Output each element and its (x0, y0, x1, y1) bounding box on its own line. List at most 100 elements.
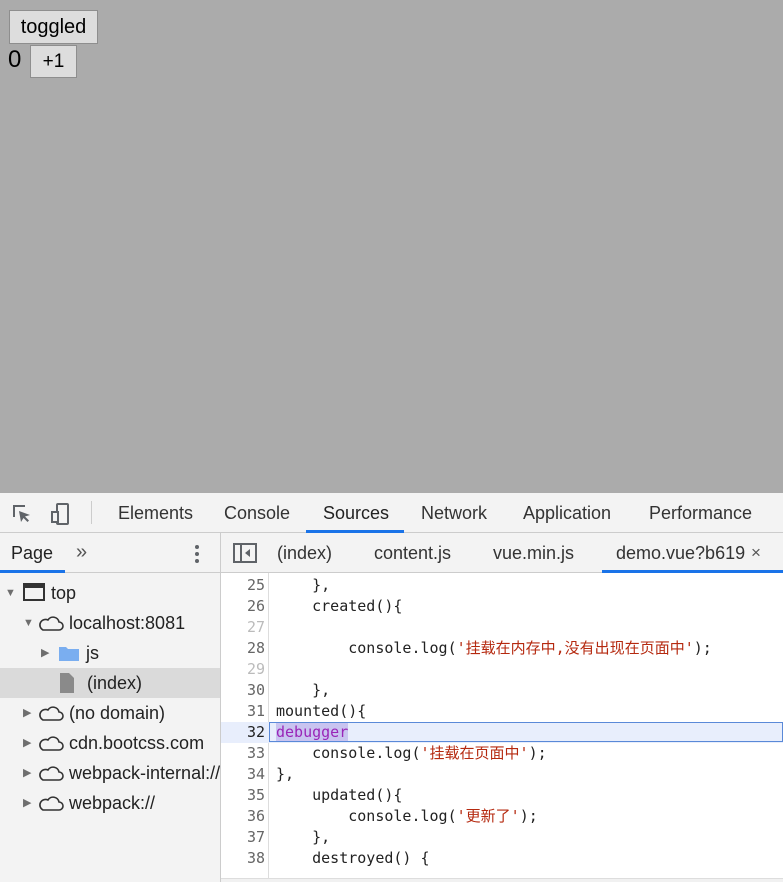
more-tabs-icon[interactable]: » (76, 533, 87, 571)
code-text: mounted(){ (276, 701, 366, 722)
collapsed-arrow-icon[interactable]: ▶ (23, 788, 31, 818)
devtools-tabbar: Elements Console Sources Network Applica… (0, 493, 783, 533)
editor-tab-content-js[interactable]: content.js (374, 533, 451, 573)
navigator-tab-indicator (0, 570, 65, 573)
code-text: }, (276, 575, 330, 596)
cloud-icon (39, 706, 64, 721)
code-line[interactable]: 30 }, (221, 680, 783, 701)
tab-application[interactable]: Application (523, 493, 611, 533)
code-text: }, (276, 680, 330, 701)
line-number[interactable]: 33 (221, 743, 265, 764)
kebab-menu-icon[interactable] (190, 543, 204, 565)
code-text: }, (276, 764, 294, 785)
tab-network[interactable]: Network (421, 493, 487, 533)
string-token: '挂载在内存中,没有出现在页面中' (456, 639, 694, 657)
code-line[interactable]: 26 created(){ (221, 596, 783, 617)
code-line[interactable]: 37 }, (221, 827, 783, 848)
line-number[interactable]: 38 (221, 848, 265, 869)
line-number[interactable]: 27 (221, 617, 265, 638)
tree-item-webpack-internal[interactable]: ▶ webpack-internal:// (0, 758, 221, 788)
inspect-element-icon[interactable] (10, 502, 34, 526)
line-number[interactable]: 28 (221, 638, 265, 659)
editor-tab-vue-min-js[interactable]: vue.min.js (493, 533, 574, 573)
tree-item-label: localhost:8081 (69, 613, 186, 633)
increment-button[interactable]: +1 (30, 45, 77, 78)
tree-item-top[interactable]: ▼ top (0, 578, 220, 608)
tree-item-webpack[interactable]: ▶ webpack:// (0, 788, 220, 818)
device-toolbar-icon[interactable] (50, 502, 74, 526)
tree-item-index[interactable]: (index) (0, 668, 220, 698)
tab-page[interactable]: Page (11, 533, 53, 573)
code-text: console.log('更新了'); (276, 806, 538, 827)
cloud-icon (39, 796, 64, 811)
code-token: }, (276, 681, 331, 699)
code-token: }, (276, 828, 331, 846)
code-line[interactable]: 35 updated(){ (221, 785, 783, 806)
tree-item-label: webpack-internal:// (69, 763, 221, 783)
code-token: console.log( (276, 744, 421, 762)
collapsed-arrow-icon[interactable]: ▶ (23, 698, 31, 728)
code-text: console.log('挂载在页面中'); (276, 743, 547, 764)
collapsed-arrow-icon[interactable]: ▶ (23, 728, 31, 758)
tree-item-label: (index) (87, 673, 143, 693)
editor-tab-index[interactable]: (index) (277, 533, 332, 573)
line-number[interactable]: 31 (221, 701, 265, 722)
code-area[interactable]: 25 }, 26 created(){27 28 console.log('挂载在内… (221, 573, 783, 878)
line-number[interactable]: 36 (221, 806, 265, 827)
tab-sources[interactable]: Sources (323, 493, 389, 533)
toolbar-divider (91, 501, 92, 524)
navigator-header: Page » (0, 533, 220, 573)
line-number[interactable]: 26 (221, 596, 265, 617)
code-line[interactable]: 36 console.log('更新了'); (221, 806, 783, 827)
tree-item-localhost[interactable]: ▼ localhost:8081 (0, 608, 220, 638)
code-line[interactable]: 29 (221, 659, 783, 680)
tree-item-label: webpack:// (69, 793, 156, 813)
code-token: }, (276, 765, 295, 783)
code-line[interactable]: 31 mounted(){ (221, 701, 783, 722)
cloud-icon (39, 736, 64, 751)
line-number[interactable]: 35 (221, 785, 265, 806)
code-line[interactable]: 27 (221, 617, 783, 638)
close-tab-icon[interactable]: × (751, 533, 761, 573)
code-line[interactable]: 38 destroyed() { (221, 848, 783, 869)
tab-performance[interactable]: Performance (649, 493, 752, 533)
code-token: destroyed() { (276, 849, 430, 867)
tab-console[interactable]: Console (224, 493, 290, 533)
line-number[interactable]: 25 (221, 575, 265, 596)
horizontal-scrollbar[interactable] (221, 878, 783, 882)
collapsed-arrow-icon[interactable]: ▶ (23, 758, 31, 788)
tree-item-label: cdn.bootcss.com (69, 733, 205, 753)
cloud-icon (39, 766, 64, 781)
collapsed-arrow-icon[interactable]: ▶ (41, 638, 49, 668)
code-token: console.log( (276, 807, 457, 825)
line-number[interactable]: 29 (221, 659, 265, 680)
tree-item-label: top (51, 583, 77, 603)
tree-item-js[interactable]: ▶ js (0, 638, 220, 668)
line-number[interactable]: 32 (221, 722, 265, 743)
editor-tab-demo-vue[interactable]: demo.vue?b619 (616, 533, 745, 573)
tab-elements[interactable]: Elements (118, 493, 193, 533)
code-line[interactable]: 25 }, (221, 575, 783, 596)
expanded-arrow-icon[interactable]: ▼ (23, 608, 34, 638)
folder-icon (59, 647, 79, 661)
sources-navigator: Page » ▼ top ▼ localhost:8081 ▶ js (inde… (0, 533, 221, 882)
expanded-arrow-icon[interactable]: ▼ (5, 578, 16, 608)
line-number[interactable]: 34 (221, 764, 265, 785)
line-number[interactable]: 37 (221, 827, 265, 848)
code-token: ); (528, 744, 547, 762)
line-number[interactable]: 30 (221, 680, 265, 701)
frame-icon (23, 583, 45, 601)
toggle-button[interactable]: toggled (9, 10, 98, 44)
toggle-navigator-icon[interactable] (233, 543, 257, 563)
code-line[interactable]: 34}, (221, 764, 783, 785)
source-editor: (index) content.js vue.min.js demo.vue?b… (221, 533, 783, 882)
code-line[interactable]: 33 console.log('挂载在页面中'); (221, 743, 783, 764)
code-token: console.log( (276, 639, 457, 657)
counter-value: 0 (8, 46, 22, 73)
tree-item-cdn[interactable]: ▶ cdn.bootcss.com (0, 728, 220, 758)
code-text: created(){ (276, 596, 402, 617)
code-text: console.log('挂载在内存中,没有出现在页面中'); (276, 638, 712, 659)
tree-item-no-domain[interactable]: ▶ (no domain) (0, 698, 220, 728)
code-line[interactable]: 28 console.log('挂载在内存中,没有出现在页面中'); (221, 638, 783, 659)
code-text: updated(){ (276, 785, 402, 806)
